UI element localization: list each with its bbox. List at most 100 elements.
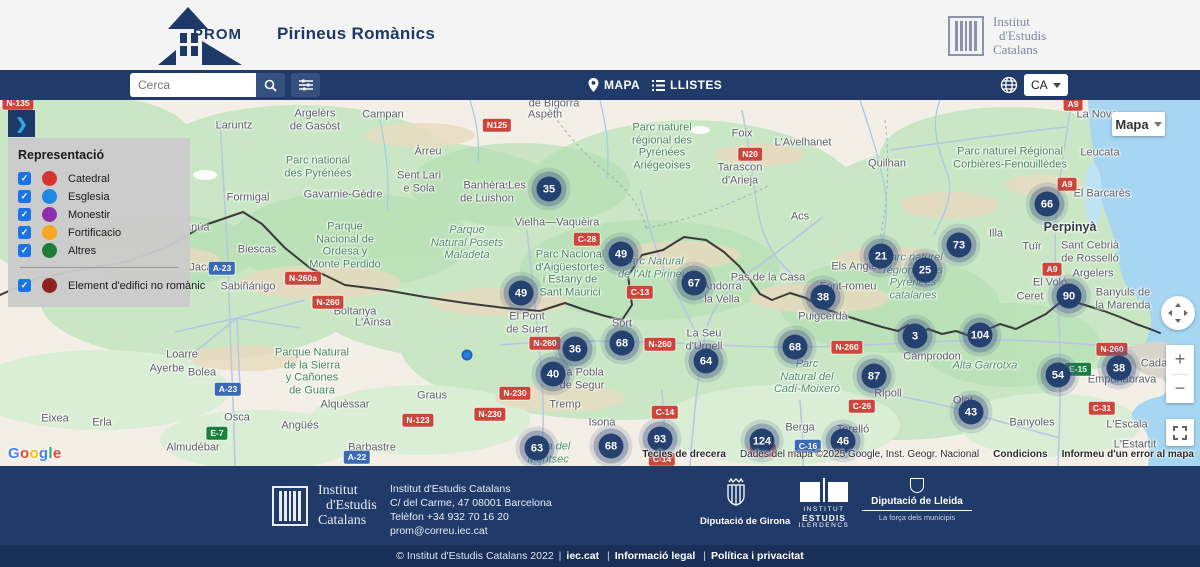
language-globe-button[interactable] (1000, 76, 1018, 94)
ilerdencs-icon (796, 478, 852, 502)
cluster-marker[interactable]: 67 (682, 271, 707, 296)
zoom-controls: + − (1166, 345, 1194, 403)
footer-address-line: C/ del Carme, 47 08001 Barcelona (390, 496, 552, 510)
cluster-marker[interactable]: 49 (609, 242, 634, 267)
cluster-marker[interactable]: 49 (509, 281, 534, 306)
cluster-marker[interactable]: 73 (947, 233, 972, 258)
lleida-label: Diputació de Lleida (862, 496, 972, 511)
language-select[interactable]: CA (1024, 74, 1068, 96)
cluster-marker[interactable]: 21 (869, 244, 894, 269)
footer: Institutd'EstudisCatalans Institut d'Est… (0, 466, 1200, 545)
category-color-dot (42, 225, 57, 240)
tab-mapa[interactable]: MAPA (588, 70, 640, 100)
google-logo-letter: G (8, 445, 20, 462)
cluster-marker[interactable]: 68 (783, 335, 808, 360)
legend-divider (20, 267, 178, 268)
cluster-marker[interactable]: 40 (541, 362, 566, 387)
checkbox-checked-icon[interactable] (18, 190, 31, 203)
cluster-marker[interactable]: 25 (913, 258, 938, 283)
zoom-in-button[interactable]: + (1166, 345, 1194, 374)
cluster-marker[interactable]: 104 (968, 323, 993, 348)
girona-label: Diputació de Girona (700, 516, 772, 527)
category-color-dot (42, 189, 57, 204)
navbar: MAPA LLISTES CA (0, 70, 1200, 100)
church-marker[interactable] (462, 350, 473, 361)
zoom-out-button[interactable]: − (1166, 375, 1194, 404)
report-error-link[interactable]: Informeu d'un error al mapa (1062, 449, 1194, 460)
cluster-marker[interactable]: 90 (1057, 284, 1082, 309)
pan-control[interactable] (1161, 296, 1195, 330)
chevron-right-icon: ❯ (15, 115, 28, 133)
footer-girona-logo[interactable]: Diputació de Girona (700, 476, 772, 527)
cluster-marker[interactable]: 43 (959, 400, 984, 425)
footer-iec-line: d'Estudis (318, 498, 377, 513)
checkbox-checked-icon[interactable] (18, 226, 31, 239)
map-type-button[interactable]: Mapa (1112, 112, 1165, 136)
checkbox-checked-icon[interactable] (18, 208, 31, 221)
iec-logo-line: Catalans (993, 43, 1046, 57)
keyboard-shortcuts-link[interactable]: Tecles de drecera (642, 449, 726, 460)
bottom-link-group: |Política i privacitat (698, 550, 804, 562)
footer-address-line: Telèfon +34 932 70 16 20 (390, 510, 552, 524)
copyright-text: © Institut d'Estudis Catalans 2022 (396, 550, 553, 562)
footer-iec-logo[interactable]: Institutd'EstudisCatalans (272, 483, 377, 528)
separator: | (559, 550, 562, 562)
bottom-links: | iec.cat |Informació legal |Política i p… (554, 550, 804, 562)
category-color-dot (42, 171, 57, 186)
legend-item-label: Esglesia (68, 191, 110, 203)
footer-link[interactable]: iec.cat (566, 550, 599, 562)
list-icon (652, 80, 665, 91)
map-data-credit: Dades del mapa ©2025 Google, Inst. Geogr… (740, 449, 979, 460)
checkbox-checked-icon[interactable] (18, 244, 31, 257)
legend-item-label: Fortificacio (68, 227, 121, 239)
cluster-marker[interactable]: 38 (1107, 356, 1132, 381)
checkbox-checked-icon[interactable] (18, 279, 31, 292)
legend-item: Catedral (18, 170, 180, 187)
legend-item: Element d'edifici no romànic (18, 277, 180, 294)
cluster-marker[interactable]: 54 (1046, 363, 1071, 388)
footer-link[interactable]: Política i privacitat (711, 550, 804, 562)
fullscreen-icon (1173, 426, 1187, 440)
legend-item: Altres (18, 242, 180, 259)
cluster-marker[interactable]: 68 (610, 331, 635, 356)
language-value: CA (1031, 78, 1048, 92)
filter-button[interactable] (291, 73, 320, 97)
cluster-marker[interactable]: 87 (862, 364, 887, 389)
legend-collapse-button[interactable]: ❯ (8, 110, 35, 137)
bottom-link-group: |Informació legal (602, 550, 695, 562)
footer-iec-line: Institut (318, 483, 377, 498)
footer-address: Institut d'Estudis CatalansC/ del Carme,… (390, 482, 552, 538)
iec-logo[interactable]: Institutd'EstudisCatalans (948, 15, 1046, 57)
fullscreen-button[interactable] (1166, 419, 1194, 446)
ilerdencs-line-bottom: ILERDENCS (796, 522, 852, 530)
legend-item-label: Element d'edifici no romànic (68, 280, 205, 292)
tab-llistes[interactable]: LLISTES (652, 70, 722, 100)
attribution-links: Tecles de drecera Dades del mapa ©2025 G… (642, 449, 1194, 460)
search-icon (264, 79, 277, 92)
footer-ilerdencs-logo[interactable]: INSTITUT ESTUDIS ILERDENCS (796, 478, 852, 530)
girona-crest-icon (723, 476, 749, 506)
footer-iec-line: Catalans (318, 513, 377, 528)
terms-link[interactable]: Condicions (993, 449, 1047, 460)
page-title: Pirineus Romànics (277, 24, 435, 44)
cluster-marker[interactable]: 35 (537, 177, 562, 202)
cluster-marker[interactable]: 38 (811, 285, 836, 310)
checkbox-checked-icon[interactable] (18, 172, 31, 185)
cluster-marker[interactable]: 93 (648, 427, 673, 452)
cluster-marker[interactable]: 64 (694, 349, 719, 374)
search-input[interactable] (130, 73, 256, 97)
cluster-marker[interactable]: 66 (1035, 192, 1060, 217)
footer-lleida-logo[interactable]: Diputació de Lleida La força dels munici… (862, 478, 972, 522)
search-button[interactable] (256, 73, 285, 97)
cluster-marker[interactable]: 36 (563, 337, 588, 362)
footer-address-line: prom@correu.iec.cat (390, 524, 552, 538)
cluster-marker[interactable]: 3 (903, 324, 928, 349)
page: LaruntzArgelèrs de GasòstCampande Bigorr… (0, 0, 1200, 567)
google-logo[interactable]: Google (8, 445, 62, 462)
prom-logo-text: PROM (193, 26, 242, 43)
legend-item: Fortificacio (18, 224, 180, 241)
header: PROM Pirineus Romànics Institutd'Estudis… (0, 0, 1200, 70)
map-type-label: Mapa (1115, 117, 1148, 132)
iec-seal-icon (272, 486, 308, 526)
footer-link[interactable]: Informació legal (615, 550, 696, 562)
